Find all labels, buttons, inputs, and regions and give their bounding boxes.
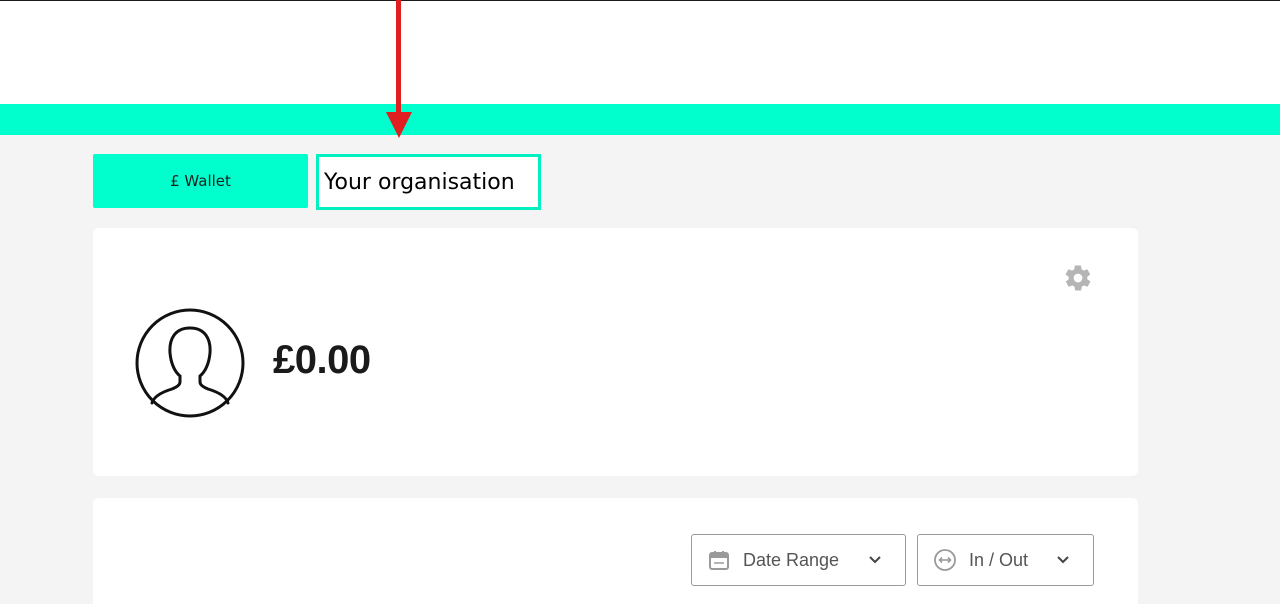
chevron-down-icon bbox=[1057, 556, 1069, 564]
gear-icon[interactable] bbox=[1063, 263, 1093, 293]
right-edge bbox=[1280, 0, 1286, 604]
date-range-dropdown[interactable]: Date Range bbox=[691, 534, 906, 586]
annotation-arrow-icon bbox=[386, 0, 412, 138]
calendar-icon bbox=[709, 551, 729, 570]
in-out-label: In / Out bbox=[969, 549, 1029, 570]
tab-wallet[interactable]: £ Wallet bbox=[93, 154, 308, 208]
tab-your-organisation[interactable]: Your organisation bbox=[316, 154, 541, 210]
wallet-balance: £0.00 bbox=[273, 338, 371, 382]
transfer-arrows-icon bbox=[934, 549, 956, 571]
balance-card: £0.00 bbox=[93, 228, 1138, 476]
accent-bar bbox=[0, 104, 1280, 135]
in-out-dropdown[interactable]: In / Out bbox=[917, 534, 1094, 586]
tab-wallet-label: £ Wallet bbox=[170, 172, 231, 190]
page: £ Wallet Your organisation £0.00 Date Ra… bbox=[0, 0, 1286, 604]
date-range-label: Date Range bbox=[743, 549, 840, 570]
transactions-card: Date Range In / Out bbox=[93, 498, 1138, 604]
header-area bbox=[0, 1, 1280, 104]
user-avatar-icon bbox=[135, 308, 245, 418]
tab-organisation-label: Your organisation bbox=[324, 169, 515, 195]
chevron-down-icon bbox=[869, 556, 881, 564]
